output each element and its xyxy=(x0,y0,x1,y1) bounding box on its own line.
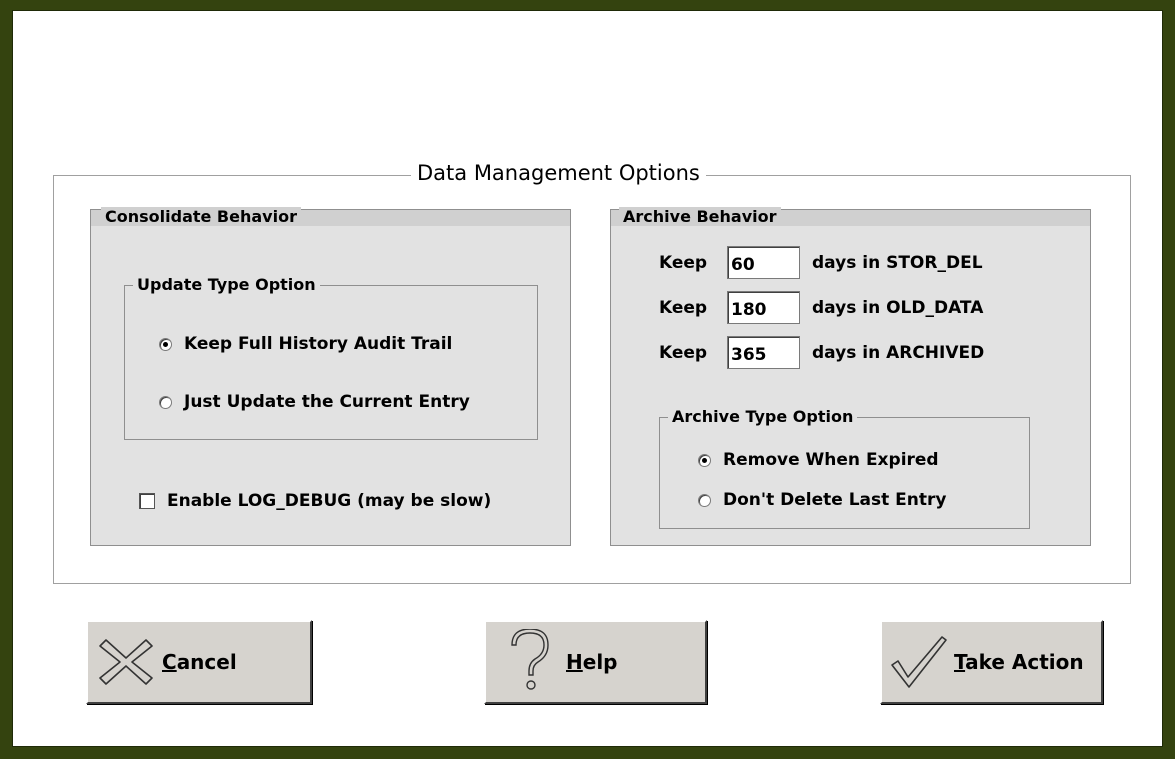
keep-row-archived: Keep days in ARCHIVED xyxy=(659,336,984,369)
take-action-label: Take Action xyxy=(954,650,1084,674)
keep-label: Keep xyxy=(659,297,708,318)
radio-remove-when-expired[interactable]: Remove When Expired xyxy=(698,450,939,470)
radio-label: Remove When Expired xyxy=(723,450,939,470)
cancel-label: Cancel xyxy=(162,650,237,674)
keep-row-stor-del: Keep days in STOR_DEL xyxy=(659,246,983,279)
x-icon xyxy=(99,639,153,685)
archived-days-input[interactable] xyxy=(727,336,800,369)
checkmark-icon xyxy=(891,636,947,688)
radio-label: Don't Delete Last Entry xyxy=(723,490,947,510)
old-data-suffix: days in OLD_DATA xyxy=(812,297,984,318)
dialog-title: Data Management Options xyxy=(411,161,706,185)
log-debug-checkbox-row[interactable]: Enable LOG_DEBUG (may be slow) xyxy=(139,491,491,511)
update-type-groupbox: Update Type Option Keep Full History Aud… xyxy=(124,275,538,440)
help-button[interactable]: Help xyxy=(484,620,707,704)
radio-label: Keep Full History Audit Trail xyxy=(184,334,453,354)
take-action-button[interactable]: Take Action xyxy=(880,620,1103,704)
cancel-button[interactable]: Cancel xyxy=(86,620,312,704)
stor-del-suffix: days in STOR_DEL xyxy=(812,252,983,273)
radio-button[interactable] xyxy=(159,395,172,409)
old-data-days-input[interactable] xyxy=(727,291,800,324)
archive-type-groupbox: Archive Type Option Remove When Expired … xyxy=(659,407,1030,529)
radio-button[interactable] xyxy=(159,337,172,351)
update-type-title: Update Type Option xyxy=(133,275,320,294)
stor-del-days-input[interactable] xyxy=(727,246,800,279)
consolidate-behavior-panel: Consolidate Behavior Update Type Option … xyxy=(90,207,571,546)
consolidate-behavior-title: Consolidate Behavior xyxy=(101,207,301,226)
radio-label: Just Update the Current Entry xyxy=(184,392,470,412)
archive-type-title: Archive Type Option xyxy=(668,407,858,426)
radio-dont-delete-last[interactable]: Don't Delete Last Entry xyxy=(698,490,947,510)
archived-suffix: days in ARCHIVED xyxy=(812,342,985,363)
keep-label: Keep xyxy=(659,252,708,273)
keep-label: Keep xyxy=(659,342,708,363)
question-mark-icon xyxy=(511,629,549,690)
help-label: Help xyxy=(566,650,618,674)
archive-behavior-panel: Archive Behavior Keep days in STOR_DEL K… xyxy=(610,207,1091,546)
log-debug-label: Enable LOG_DEBUG (may be slow) xyxy=(167,491,492,511)
archive-behavior-title: Archive Behavior xyxy=(619,207,781,226)
radio-button[interactable] xyxy=(698,453,711,467)
radio-button[interactable] xyxy=(698,493,711,507)
dialog-window: Data Management Options Consolidate Beha… xyxy=(12,10,1163,747)
radio-keep-full-history[interactable]: Keep Full History Audit Trail xyxy=(159,334,452,354)
log-debug-checkbox[interactable] xyxy=(139,493,155,509)
radio-just-update-current[interactable]: Just Update the Current Entry xyxy=(159,392,470,412)
keep-row-old-data: Keep days in OLD_DATA xyxy=(659,291,983,324)
